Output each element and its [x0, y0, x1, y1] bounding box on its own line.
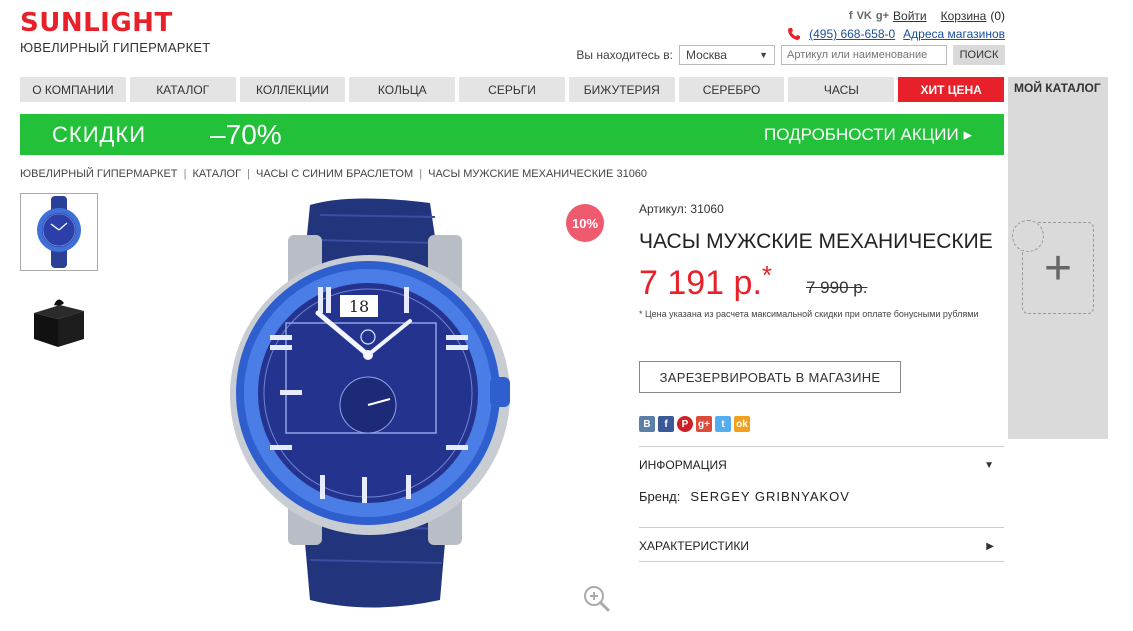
promo-text-sale: СКИДКИ [52, 121, 147, 147]
city-value: Москва [686, 48, 727, 62]
logo-subtitle: ЮВЕЛИРНЫЙ ГИПЕРМАРКЕТ [20, 40, 211, 55]
breadcrumb-item-current: ЧАСЫ МУЖСКИЕ МЕХАНИЧЕСКИЕ 31060 [428, 168, 648, 180]
plus-icon: + [1043, 241, 1073, 295]
chevron-down-icon: ▼ [984, 459, 994, 471]
breadcrumb: ЮВЕЛИРНЫЙ ГИПЕРМАРКЕТ | КАТАЛОГ | ЧАСЫ С… [20, 168, 647, 180]
gplus-share-icon[interactable]: g+ [696, 416, 712, 432]
cart-link[interactable]: Корзина [941, 9, 987, 23]
specs-accordion-header[interactable]: ХАРАКТЕРИСТИКИ ▶ [639, 539, 1004, 553]
product-old-price: 7 990 р. [806, 278, 868, 297]
nav-item-rings[interactable]: КОЛЬЦА [349, 77, 456, 102]
phone-icon [787, 27, 801, 41]
pinterest-share-icon[interactable]: P [677, 416, 693, 432]
info-accordion-title: ИНФОРМАЦИЯ [639, 458, 727, 472]
share-buttons: В f P g+ t ok [639, 416, 750, 432]
login-link[interactable]: Войти [893, 9, 927, 23]
specs-accordion-title: ХАРАКТЕРИСТИКИ [639, 539, 750, 553]
location-label: Вы находитесь в: [576, 48, 673, 62]
nav-item-company[interactable]: О КОМПАНИИ [20, 77, 126, 102]
breadcrumb-item-category[interactable]: ЧАСЫ С СИНИМ БРАСЛЕТОМ [256, 168, 413, 180]
stores-link[interactable]: Адреса магазинов [903, 27, 1005, 41]
zoom-icon[interactable] [582, 584, 610, 612]
gplus-mini-icon[interactable]: g+ [876, 10, 889, 22]
breadcrumb-item-home[interactable]: ЮВЕЛИРНЫЙ ГИПЕРМАРКЕТ [20, 168, 178, 180]
city-select[interactable]: Москва ▼ [679, 45, 775, 65]
divider [639, 446, 1004, 447]
phone-link[interactable]: (495) 668-658-0 [809, 27, 895, 41]
price-value: 7 191 р. [639, 264, 762, 302]
odnoklassniki-share-icon[interactable]: ok [734, 416, 750, 432]
thumbnail-box[interactable] [20, 283, 98, 361]
search-input[interactable] [781, 45, 947, 65]
product-article: Артикул: 31060 [639, 202, 724, 216]
brand-value: SERGEY GRIBNYAKOV [690, 489, 850, 504]
vk-share-icon[interactable]: В [639, 416, 655, 432]
product-title: ЧАСЫ МУЖСКИЕ МЕХАНИЧЕСКИЕ [639, 230, 993, 253]
divider [639, 527, 1004, 528]
breadcrumb-separator: | [247, 168, 250, 180]
nav-item-silver[interactable]: СЕРЕБРО [678, 77, 785, 102]
info-accordion-header[interactable]: ИНФОРМАЦИЯ ▼ [639, 458, 1004, 472]
brand-row: Бренд: SERGEY GRIBNYAKOV [639, 489, 850, 504]
product-price: 7 191 р.* [639, 260, 772, 303]
chevron-down-icon: ▼ [759, 50, 768, 60]
vk-mini-icon[interactable]: VK [857, 10, 872, 22]
contact-row: (495) 668-658-0 Адреса магазинов [787, 27, 1005, 41]
facebook-share-icon[interactable]: f [658, 416, 674, 432]
nav-item-earrings[interactable]: СЕРЬГИ [459, 77, 565, 102]
price-note: * Цена указана из расчета максимальной с… [639, 309, 979, 319]
facebook-mini-icon[interactable]: f [849, 10, 853, 22]
main-nav: О КОМПАНИИ КАТАЛОГ КОЛЛЕКЦИИ КОЛЬЦА СЕРЬ… [20, 77, 1005, 102]
watch-date-text: 18 [349, 297, 369, 316]
reserve-in-store-button[interactable]: ЗАРЕЗЕРВИРОВАТЬ В МАГАЗИНЕ [639, 361, 901, 393]
nav-item-catalog[interactable]: КАТАЛОГ [129, 77, 236, 102]
location-search-row: Вы находитесь в: Москва ▼ ПОИСК [576, 45, 1005, 65]
promo-text-percent: –70% [210, 118, 282, 150]
top-links: f VK g+ Войти Корзина (0) [849, 9, 1005, 23]
cart-count: (0) [990, 9, 1005, 23]
price-mark: * [761, 260, 773, 290]
twitter-share-icon[interactable]: t [715, 416, 731, 432]
breadcrumb-separator: | [419, 168, 423, 180]
divider [639, 561, 1004, 562]
nav-item-collections[interactable]: КОЛЛЕКЦИИ [239, 77, 346, 102]
breadcrumb-item-catalog[interactable]: КАТАЛОГ [193, 168, 242, 180]
discount-badge: 10% [566, 204, 604, 242]
product-image[interactable]: 18 [200, 195, 540, 615]
promo-details-link[interactable]: ПОДРОБНОСТИ АКЦИИ ▸ [764, 125, 972, 145]
search-button[interactable]: ПОИСК [953, 45, 1005, 65]
drop-circle [1012, 220, 1044, 252]
site-logo[interactable]: SUNLIGHT [20, 8, 173, 38]
thumbnail-watch[interactable] [20, 193, 98, 271]
promo-banner[interactable]: СКИДКИ –70% ПОДРОБНОСТИ АКЦИИ ▸ [20, 114, 1004, 155]
nav-item-hit-price[interactable]: ХИТ ЦЕНА [898, 77, 1005, 102]
chevron-right-icon: ▶ [986, 540, 994, 552]
nav-item-bijouterie[interactable]: БИЖУТЕРИЯ [568, 77, 675, 102]
brand-label: Бренд: [639, 489, 681, 504]
my-catalog-panel: МОЙ КАТАЛОГ + [1008, 77, 1108, 439]
my-catalog-title: МОЙ КАТАЛОГ [1014, 81, 1101, 95]
nav-item-watches[interactable]: ЧАСЫ [788, 77, 895, 102]
breadcrumb-separator: | [183, 168, 187, 180]
